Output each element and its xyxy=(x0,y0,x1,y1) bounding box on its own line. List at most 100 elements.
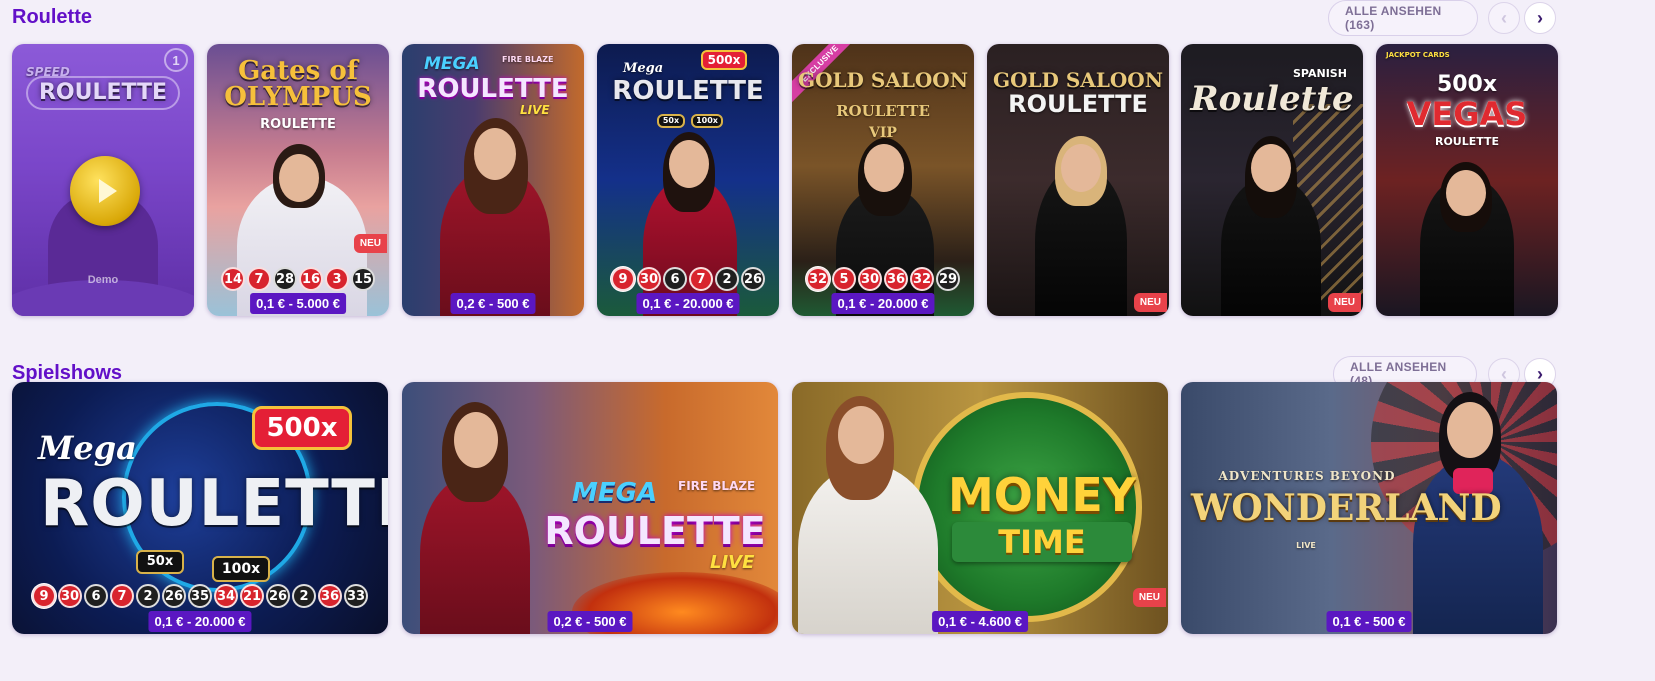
card-title: VEGAS xyxy=(1406,95,1528,133)
rank-badge: 1 xyxy=(164,48,188,72)
card-title: ROULETTE xyxy=(417,74,569,104)
dealer-head xyxy=(864,144,904,192)
card-subtitle: ROULETTE xyxy=(1008,90,1148,118)
recent-results: 14 7 28 16 3 15 xyxy=(207,267,389,291)
dealer-head xyxy=(669,140,709,188)
result-ball: 15 xyxy=(351,267,375,291)
result-ball: 7 xyxy=(110,584,134,608)
result-ball: 35 xyxy=(188,584,212,608)
result-ball: 33 xyxy=(344,584,368,608)
game-card-money-time[interactable]: MONEY TIME NEU 0,1 € - 4.600 € xyxy=(792,382,1168,634)
bet-limits: 0,1 € - 5.000 € xyxy=(250,293,346,314)
result-ball: 26 xyxy=(162,584,186,608)
game-card-mega-fire-blaze-roulette[interactable]: MEGA FIRE BLAZE ROULETTE LIVE 0,2 € - 50… xyxy=(402,44,584,316)
result-ball: 36 xyxy=(884,267,908,291)
card-subtitle: MEGA xyxy=(572,478,658,508)
card-subtitle: SPANISH xyxy=(1293,67,1347,80)
chevron-right-icon: › xyxy=(1537,364,1543,384)
multiplier-badge: 500x xyxy=(252,406,352,450)
card-title: ROULETTE xyxy=(40,467,388,541)
result-ball: 30 xyxy=(58,584,82,608)
result-ball: 32 xyxy=(910,267,934,291)
card-title: Gates of OLYMPUS xyxy=(224,56,372,112)
bet-limits: 0,2 € - 500 € xyxy=(547,611,633,632)
result-ball: 7 xyxy=(689,267,713,291)
card-subtitle: ADVENTURES BEYOND xyxy=(1218,469,1396,483)
result-ball: 6 xyxy=(663,267,687,291)
game-card-mega-fire-blaze-roulette-show[interactable]: MEGA FIRE BLAZE ROULETTE LIVE 0,2 € - 50… xyxy=(402,382,778,634)
play-icon[interactable] xyxy=(70,156,140,226)
card-subtitle-3: LIVE xyxy=(520,103,550,117)
game-card-mega-roulette-show[interactable]: Mega ROULETTE 500x 50x 100x 9 30 6 7 2 2… xyxy=(12,382,388,634)
card-subtitle: Mega xyxy=(38,429,137,467)
card-subtitle-2: FIRE BLAZE xyxy=(678,479,756,493)
result-ball: 32 xyxy=(806,267,830,291)
result-ball: 7 xyxy=(247,267,271,291)
result-ball: 14 xyxy=(221,267,245,291)
result-ball: 2 xyxy=(292,584,316,608)
card-subtitle-2: ROULETTE xyxy=(1434,135,1500,148)
result-ball: 26 xyxy=(741,267,765,291)
game-card-speed-roulette[interactable]: SPEED ROULETTE 1 Demo xyxy=(12,44,194,316)
result-ball: 3 xyxy=(325,267,349,291)
card-title: GOLD SALOON xyxy=(797,68,969,92)
result-ball: 30 xyxy=(858,267,882,291)
game-card-spanish-roulette[interactable]: SPANISH Roulette NEU xyxy=(1181,44,1363,316)
result-ball: 5 xyxy=(832,267,856,291)
chevron-left-icon: ‹ xyxy=(1501,364,1507,384)
recent-results: 9 30 6 7 2 26 35 34 21 26 2 36 33 xyxy=(12,584,388,608)
card-subtitle-2: VIP xyxy=(869,125,897,141)
dealer-head xyxy=(454,412,498,468)
card-subtitle: ROULETTE xyxy=(836,102,930,120)
result-ball: 9 xyxy=(32,584,56,608)
game-card-gold-saloon[interactable]: GOLD SALOON ROULETTE NEU xyxy=(987,44,1169,316)
dealer-head xyxy=(474,128,516,180)
card-title: GOLD SALOON xyxy=(992,68,1164,92)
jackpot-cards-label: JACKPOT CARDS xyxy=(1386,51,1450,59)
card-subtitle: TIME xyxy=(998,523,1086,561)
game-card-gold-saloon-vip[interactable]: EXCLUSIVE GOLD SALOON ROULETTE VIP 32 5 … xyxy=(792,44,974,316)
dealer-head xyxy=(279,154,319,202)
game-card-gates-of-olympus[interactable]: Gates of OLYMPUS ROULETTE NEU 14 7 28 16… xyxy=(207,44,389,316)
roulette-prev-button[interactable]: ‹ xyxy=(1488,2,1520,34)
dealer-head xyxy=(1446,170,1486,216)
game-card-vegas-roulette[interactable]: JACKPOT CARDS 500x VEGAS ROULETTE xyxy=(1376,44,1558,316)
dealer-head xyxy=(1251,144,1291,192)
card-subtitle: 500x xyxy=(1436,72,1498,97)
result-ball: 28 xyxy=(273,267,297,291)
multiplier-small-badge: 100x xyxy=(212,556,270,582)
result-ball: 34 xyxy=(214,584,238,608)
card-title: ROULETTE xyxy=(544,509,766,553)
result-ball: 30 xyxy=(637,267,661,291)
result-ball: 6 xyxy=(84,584,108,608)
view-all-roulette-button[interactable]: ALLE ANSEHEN (163) xyxy=(1328,0,1478,36)
recent-results: 32 5 30 36 32 29 xyxy=(792,267,974,291)
roulette-next-button[interactable]: › xyxy=(1524,2,1556,34)
card-title: WONDERLAND xyxy=(1191,487,1502,529)
chevron-right-icon: › xyxy=(1537,8,1543,28)
recent-results: 9 30 6 7 2 26 xyxy=(597,267,779,291)
new-badge: NEU xyxy=(353,234,387,253)
multiplier-badge: 500x xyxy=(701,50,747,70)
host-head xyxy=(838,406,884,464)
section-title-roulette: Roulette xyxy=(12,6,92,28)
result-ball: 29 xyxy=(936,267,960,291)
result-ball: 21 xyxy=(240,584,264,608)
card-subtitle: MEGA xyxy=(424,54,480,74)
game-card-mega-roulette[interactable]: 500x Mega ROULETTE 50x 100x 9 30 6 7 2 2… xyxy=(597,44,779,316)
new-badge: NEU xyxy=(1133,293,1167,312)
bet-limits: 0,1 € - 20.000 € xyxy=(636,293,740,314)
bet-limits: 0,1 € - 500 € xyxy=(1326,611,1412,632)
result-ball: 26 xyxy=(266,584,290,608)
multiplier-small-badge: 100x xyxy=(691,114,723,128)
game-card-adventures-beyond-wonderland[interactable]: ADVENTURES BEYOND WONDERLAND LIVE 0,1 € … xyxy=(1181,382,1557,634)
card-subtitle: ROULETTE xyxy=(260,117,336,132)
bet-limits: 0,2 € - 500 € xyxy=(450,293,536,314)
result-ball: 16 xyxy=(299,267,323,291)
card-subtitle-2: FIRE BLAZE xyxy=(502,55,554,64)
chevron-left-icon: ‹ xyxy=(1501,8,1507,28)
result-ball: 36 xyxy=(318,584,342,608)
bet-limits: 0,1 € - 20.000 € xyxy=(831,293,935,314)
card-subtitle-3: LIVE xyxy=(710,552,755,573)
result-ball: 2 xyxy=(715,267,739,291)
